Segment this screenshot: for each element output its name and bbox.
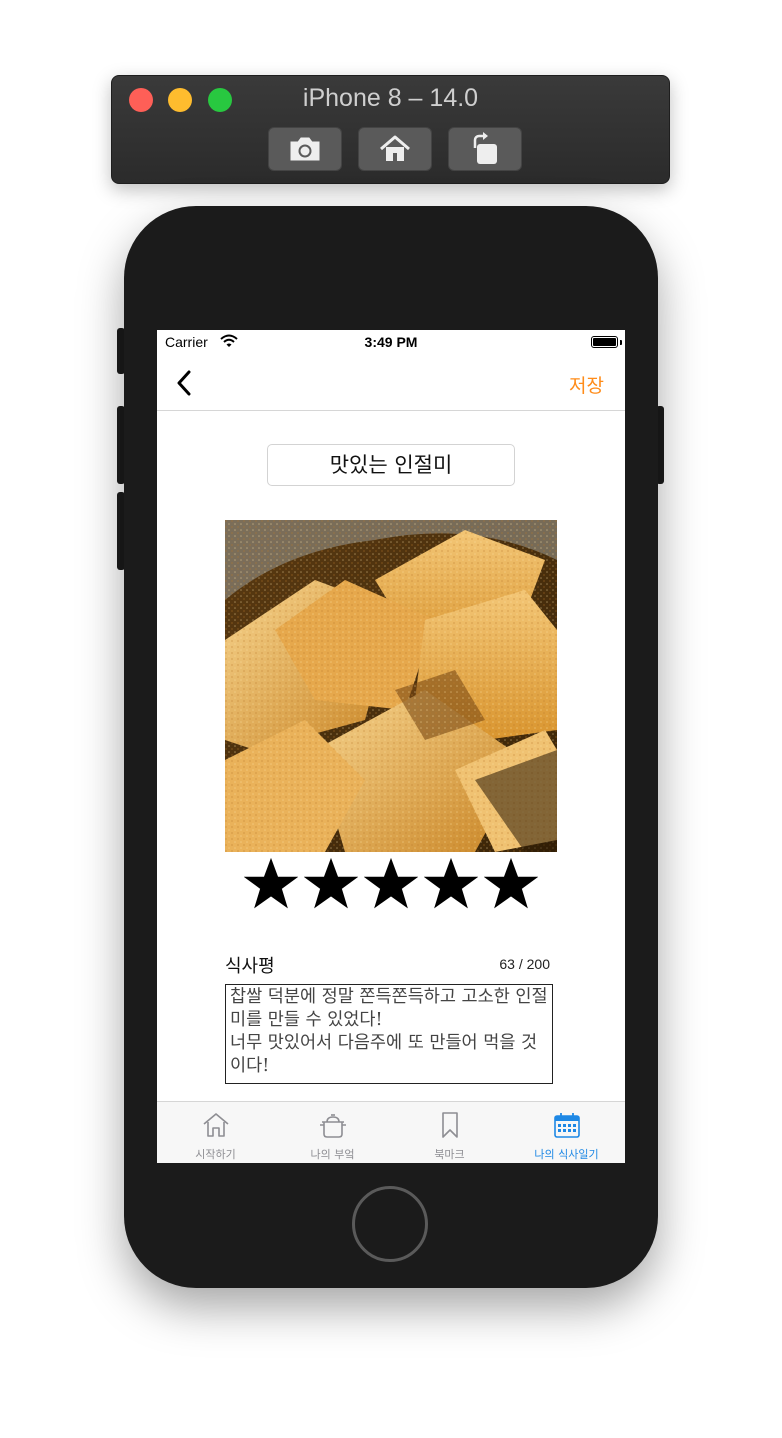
tab-bar: 시작하기 나의 부엌 북마크 나의 식사일기 [157, 1101, 625, 1163]
tab-start[interactable]: 시작하기 [157, 1102, 274, 1163]
tab-label: 나의 식사일기 [534, 1148, 599, 1161]
star-icon[interactable] [244, 858, 298, 912]
review-label: 식사평 [225, 956, 275, 977]
simulator-window: iPhone 8 – 14.0 [111, 75, 670, 184]
status-time: 3:49 PM [364, 334, 418, 350]
tab-my-meal-diary[interactable]: 나의 식사일기 [508, 1102, 625, 1163]
battery-cap [620, 340, 622, 345]
house-icon [202, 1113, 229, 1137]
battery-icon [591, 336, 618, 348]
simulator-title: iPhone 8 – 14.0 [302, 84, 479, 112]
chevron-left-icon [177, 370, 191, 396]
injeolmi-photo [225, 520, 557, 852]
screenshot-button[interactable] [268, 127, 342, 171]
food-photo[interactable] [225, 520, 557, 852]
star-icon[interactable] [484, 858, 538, 912]
rotate-button[interactable] [448, 127, 522, 171]
rotate-icon [473, 132, 497, 164]
star-icon[interactable] [364, 858, 418, 912]
tab-label: 북마크 [434, 1148, 465, 1161]
home-button[interactable] [358, 127, 432, 171]
app-screen: Carrier 3:49 PM 저장 맛있는 인절미 식사평 63 / 200 … [157, 330, 625, 1163]
review-textarea[interactable]: 찹쌀 덕분에 정말 쫀득쫀득하고 고소한 인절미를 만들 수 있었다! 너무 맛… [225, 984, 553, 1084]
calendar-icon [553, 1113, 580, 1138]
home-icon [380, 135, 410, 161]
star-icon[interactable] [424, 858, 478, 912]
tab-my-kitchen[interactable]: 나의 부엌 [274, 1102, 391, 1163]
bookmark-icon [441, 1112, 458, 1138]
navigation-bar: 저장 [157, 356, 625, 411]
diary-title-field[interactable]: 맛있는 인절미 [267, 444, 515, 486]
pot-icon [319, 1114, 346, 1138]
tab-bookmark[interactable]: 북마크 [391, 1102, 508, 1163]
star-icon[interactable] [304, 858, 358, 912]
review-char-count: 63 / 200 [499, 956, 550, 972]
back-button[interactable] [173, 368, 197, 398]
screenshot-icon [290, 137, 320, 161]
tab-label: 시작하기 [195, 1148, 236, 1161]
device-home-button[interactable] [352, 1186, 428, 1262]
tab-label: 나의 부엌 [310, 1148, 355, 1161]
status-bar: Carrier 3:49 PM [157, 330, 625, 356]
save-button[interactable]: 저장 [569, 371, 604, 398]
rating-stars[interactable] [244, 858, 544, 914]
